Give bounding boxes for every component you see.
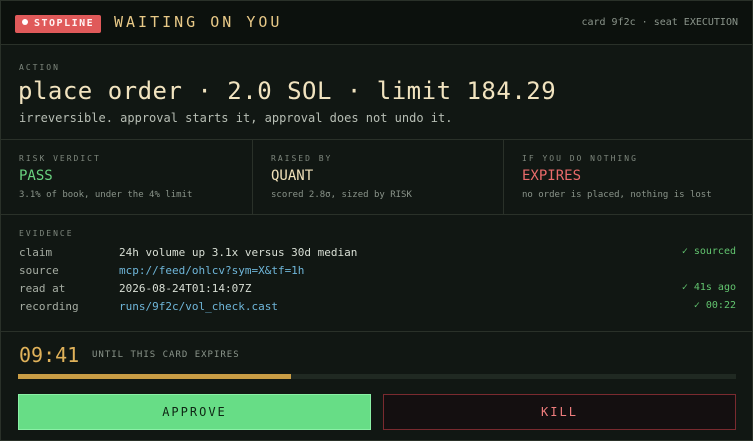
stopline-label: STOPLINE (34, 18, 95, 29)
risk-verdict-value: PASS (19, 168, 53, 184)
if-nothing-label: IF YOU DO NOTHING (522, 154, 638, 163)
approve-button[interactable]: APPROVE (18, 394, 371, 430)
evidence-key: source (19, 264, 59, 277)
evidence-row-read-at: read at 2026-08-24T01:14:07Z ✓ 41s ago (1, 282, 752, 300)
evidence-key: read at (19, 282, 66, 295)
action-label: ACTION (19, 63, 60, 72)
recording-link[interactable]: runs/9f2c/vol_check.cast (119, 300, 278, 313)
evidence-value: 2026-08-24T01:14:07Z (119, 282, 252, 295)
raised-by-note: scored 2.8σ, sized by RISK (271, 190, 412, 200)
countdown-label: UNTIL THIS CARD EXPIRES (92, 350, 240, 360)
stopline-badge: STOPLINE (15, 15, 102, 33)
evidence-row-claim: claim 24h volume up 3.1x versus 30d medi… (1, 246, 752, 264)
evidence-status: ✓ 41s ago (681, 282, 736, 293)
raised-by-label: RAISED BY (271, 154, 333, 163)
verdict-row: RISK VERDICT PASS 3.1% of book, under th… (1, 140, 752, 215)
card-meta: card 9f2c · seat EXECUTION (581, 17, 738, 28)
evidence-row-source: source mcp://feed/ohlcv?sym=X&tf=1h (1, 264, 752, 282)
evidence-key: recording (19, 300, 79, 313)
action-subtitle: irreversible. approval starts it, approv… (19, 111, 453, 125)
countdown-timer: 09:41 (19, 343, 80, 367)
action-section: ACTION place order · 2.0 SOL · limit 184… (1, 45, 752, 140)
alert-dot-icon (22, 19, 28, 25)
if-nothing-note: no order is placed, nothing is lost (522, 190, 712, 200)
expiry-progress-fill (18, 374, 291, 379)
status-title: WAITING ON YOU (114, 13, 283, 31)
evidence-status: ✓ 00:22 (693, 300, 736, 311)
top-bar: STOPLINE WAITING ON YOU card 9f2c · seat… (1, 1, 752, 45)
expiry-progress-bar (18, 374, 736, 379)
if-nothing-value: EXPIRES (522, 168, 582, 184)
approval-card: STOPLINE WAITING ON YOU card 9f2c · seat… (0, 0, 753, 441)
risk-verdict-label: RISK VERDICT (19, 154, 101, 163)
action-title: place order · 2.0 SOL · limit 184.29 (18, 77, 557, 105)
kill-button[interactable]: KILL (383, 394, 736, 430)
evidence-row-recording: recording runs/9f2c/vol_check.cast ✓ 00:… (1, 300, 752, 318)
raised-by: RAISED BY QUANT scored 2.8σ, sized by RI… (252, 140, 503, 214)
evidence-label: EVIDENCE (19, 229, 74, 238)
risk-verdict: RISK VERDICT PASS 3.1% of book, under th… (1, 140, 251, 214)
raised-by-value: QUANT (271, 168, 314, 184)
evidence-status: ✓ sourced (681, 246, 736, 257)
evidence-key: claim (19, 246, 53, 259)
evidence-value: 24h volume up 3.1x versus 30d median (119, 246, 358, 259)
evidence-section: EVIDENCE claim 24h volume up 3.1x versus… (1, 215, 752, 332)
if-nothing: IF YOU DO NOTHING EXPIRES no order is pl… (503, 140, 753, 214)
risk-verdict-note: 3.1% of book, under the 4% limit (19, 190, 193, 200)
source-link[interactable]: mcp://feed/ohlcv?sym=X&tf=1h (119, 264, 304, 277)
